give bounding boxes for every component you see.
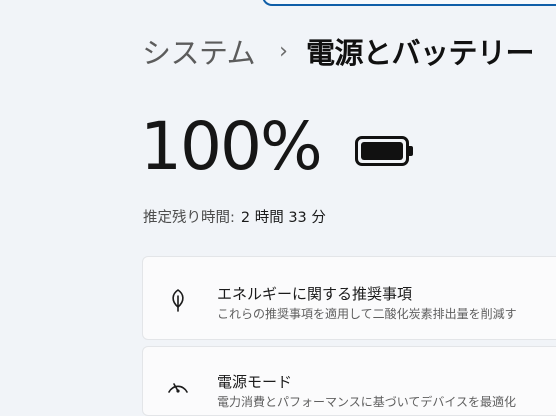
breadcrumb-system-link[interactable]: システム [142, 30, 256, 72]
power-mode-card[interactable]: 電源モード 電力消費とパフォーマンスに基づいてデバイスを最適化 [142, 346, 556, 416]
energy-recommendations-card[interactable]: エネルギーに関する推奨事項 これらの推奨事項を適用して二酸化炭素排出量を削減す [142, 256, 556, 340]
breadcrumb: システム › 電源とバッテリー [142, 30, 534, 72]
battery-body [354, 135, 409, 166]
battery-terminal [408, 145, 413, 156]
energy-recommendations-description: これらの推奨事項を適用して二酸化炭素排出量を削減す [217, 307, 517, 321]
gauge-icon [165, 373, 191, 399]
battery-fill [360, 141, 403, 160]
remaining-time-value: 2 時間 33 分 [240, 210, 326, 226]
window-top-edge [262, 0, 556, 6]
remaining-time: 推定残り時間: 2 時間 33 分 [143, 206, 326, 227]
leaf-icon [165, 287, 191, 313]
power-mode-description: 電力消費とパフォーマンスに基づいてデバイスを最適化 [217, 395, 517, 409]
page-title: 電源とバッテリー [305, 36, 535, 70]
remaining-time-label: 推定残り時間: [143, 210, 235, 226]
energy-recommendations-title: エネルギーに関する推奨事項 [217, 285, 413, 303]
battery-percentage: 100% [140, 108, 323, 185]
battery-status: 100% [140, 108, 413, 185]
power-mode-title: 電源モード [217, 373, 293, 391]
breadcrumb-separator: › [279, 38, 288, 64]
battery-icon [354, 135, 413, 166]
